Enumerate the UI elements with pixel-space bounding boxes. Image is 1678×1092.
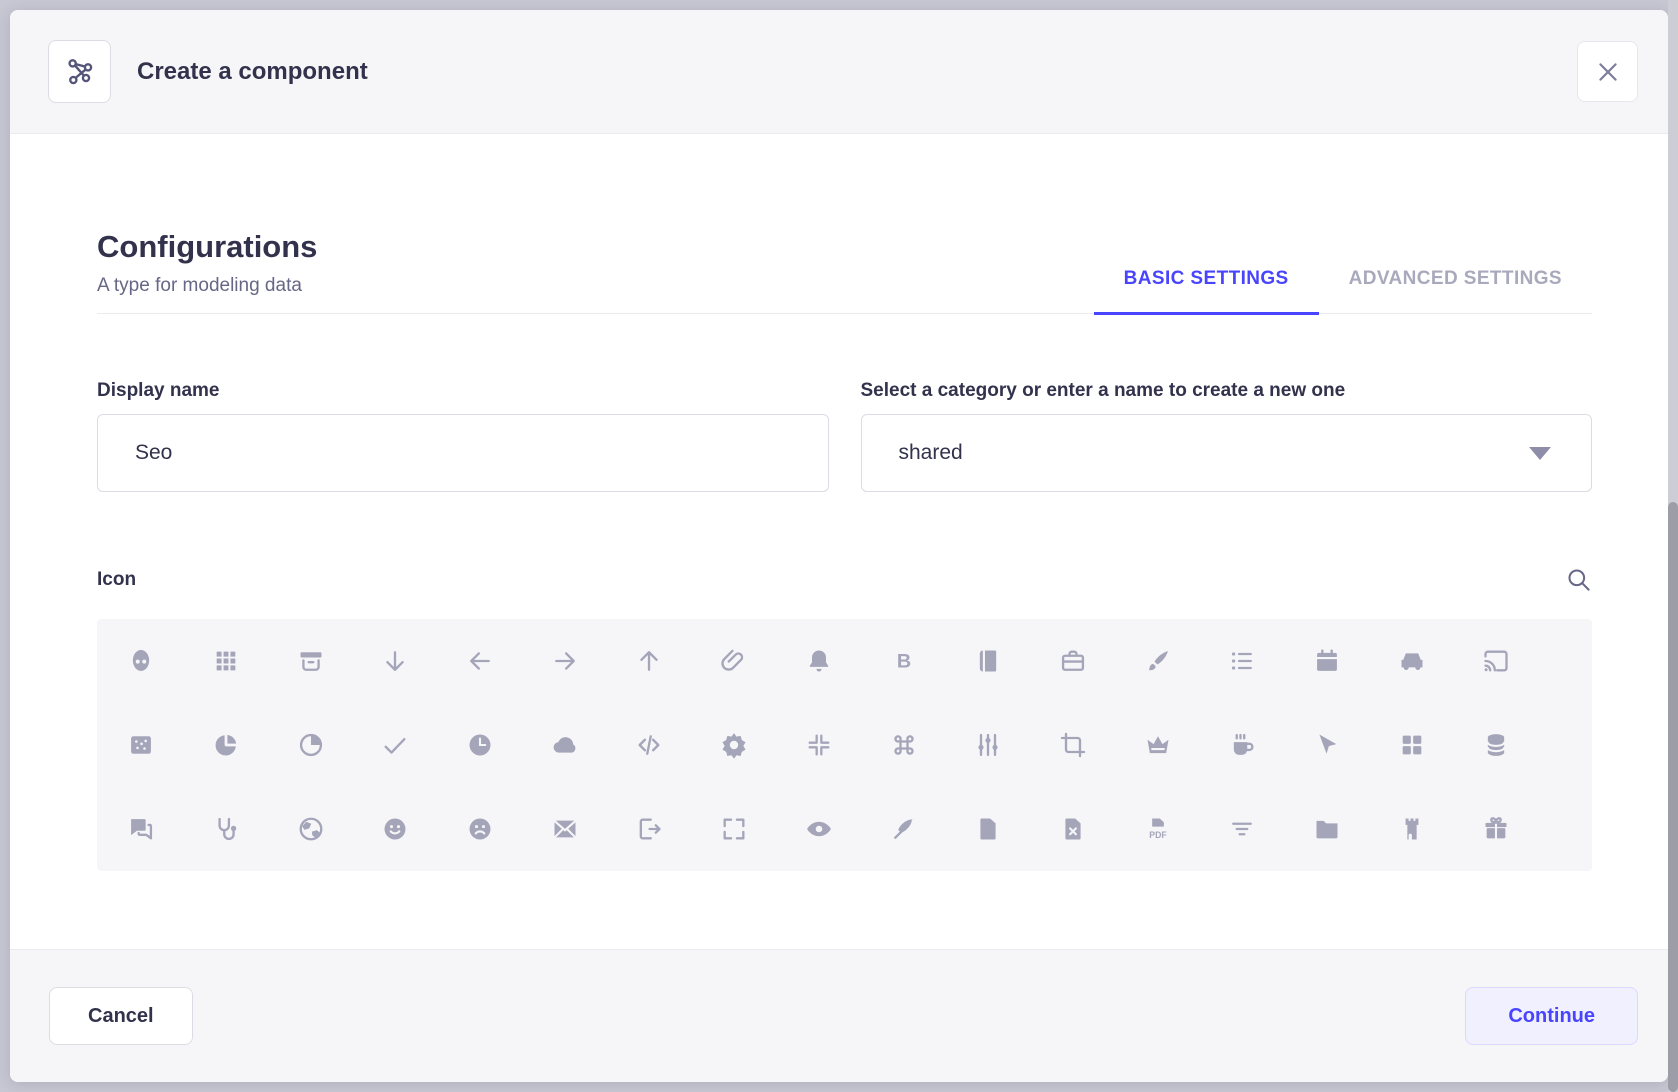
icon-grid: B PDF [97, 619, 1592, 871]
picker-icon-arrow-right-icon[interactable] [551, 647, 579, 675]
picker-icon-brush-icon[interactable] [1144, 647, 1172, 675]
category-select[interactable]: shared [861, 414, 1593, 492]
picker-icon-archive-icon[interactable] [297, 647, 325, 675]
modal-header-left: Create a component [48, 40, 368, 103]
svg-text:B: B [896, 650, 910, 672]
category-select-value: shared [899, 441, 963, 465]
picker-icon-emotion-happy-icon[interactable] [381, 815, 409, 843]
picker-icon-filter-icon[interactable] [1228, 815, 1256, 843]
close-button[interactable] [1577, 41, 1638, 102]
continue-button[interactable]: Continue [1465, 987, 1638, 1045]
picker-icon-arrow-up-icon[interactable] [635, 647, 663, 675]
picker-icon-car-icon[interactable] [1398, 647, 1426, 675]
picker-icon-cog-icon[interactable] [720, 731, 748, 759]
picker-icon-check-icon[interactable] [381, 731, 409, 759]
component-icon [48, 40, 111, 103]
picker-icon-cloud-icon[interactable] [551, 731, 579, 759]
tab-basic-settings[interactable]: BASIC SETTINGS [1094, 268, 1319, 315]
icon-label: Icon [97, 569, 136, 591]
picker-icon-arrow-down-icon[interactable] [381, 647, 409, 675]
picker-icon-cup-icon[interactable] [1228, 731, 1256, 759]
picker-icon-calendar-icon[interactable] [1313, 647, 1341, 675]
picker-icon-chart-pie-icon[interactable] [297, 731, 325, 759]
picker-icon-envelope-icon[interactable] [551, 815, 579, 843]
picker-icon-collapse-icon[interactable] [805, 731, 833, 759]
section-titles: Configurations A type for modeling data [97, 229, 317, 313]
picker-icon-code-icon[interactable] [635, 731, 663, 759]
category-label: Select a category or enter a name to cre… [861, 380, 1593, 402]
picker-icon-emotion-unhappy-icon[interactable] [466, 815, 494, 843]
picker-icon-chart-circle-icon[interactable] [212, 731, 240, 759]
picker-icon-connector-icon[interactable] [974, 731, 1002, 759]
picker-icon-cast-icon[interactable] [1482, 647, 1510, 675]
picker-icon-book-icon[interactable] [974, 647, 1002, 675]
picker-icon-eye-icon[interactable] [805, 815, 833, 843]
picker-icon-crown-icon[interactable] [1144, 731, 1172, 759]
picker-icon-chart-bubble-icon[interactable] [127, 731, 155, 759]
display-name-input[interactable] [97, 414, 829, 492]
picker-icon-gift-icon[interactable] [1482, 815, 1510, 843]
picker-icon-command-icon[interactable] [890, 731, 918, 759]
search-button[interactable] [1565, 566, 1592, 593]
modal-footer: Cancel Continue [10, 949, 1668, 1082]
scrollbar-thumb[interactable] [1668, 502, 1678, 1092]
create-component-modal: Create a component Configurations A type… [10, 10, 1668, 1082]
modal-header: Create a component [10, 10, 1668, 134]
picker-icon-clock-icon[interactable] [466, 731, 494, 759]
cancel-button[interactable]: Cancel [49, 987, 193, 1045]
picker-icon-folder-icon[interactable] [1313, 815, 1341, 843]
picker-icon-arrow-left-icon[interactable] [466, 647, 494, 675]
search-icon [1565, 566, 1592, 593]
display-name-label: Display name [97, 380, 829, 402]
picker-icon-exit-icon[interactable] [635, 815, 663, 843]
picker-icon-apps-icon[interactable] [212, 647, 240, 675]
svg-text:PDF: PDF [1149, 830, 1167, 840]
page-subtitle: A type for modeling data [97, 275, 317, 297]
picker-icon-gate-icon[interactable] [1398, 815, 1426, 843]
picker-icon-dashboard-icon[interactable] [1398, 731, 1426, 759]
picker-icon-cursor-icon[interactable] [1313, 731, 1341, 759]
picker-icon-doctor-icon[interactable] [212, 815, 240, 843]
tab-advanced-settings[interactable]: ADVANCED SETTINGS [1319, 268, 1592, 315]
picker-icon-bullet-list-icon[interactable] [1228, 647, 1256, 675]
picker-icon-briefcase-icon[interactable] [1059, 647, 1087, 675]
icon-picker-section: Icon B PDF [97, 566, 1592, 871]
icon-picker-head: Icon [97, 566, 1592, 593]
settings-tabs: BASIC SETTINGS ADVANCED SETTINGS [1094, 268, 1592, 315]
close-icon [1595, 59, 1621, 85]
form-row: Display name Select a category or enter … [97, 380, 1592, 492]
picker-icon-database-icon[interactable] [1482, 731, 1510, 759]
section-head: Configurations A type for modeling data … [97, 229, 1592, 314]
modal-title: Create a component [137, 58, 368, 86]
picker-icon-feather-icon[interactable] [890, 815, 918, 843]
scrollbar[interactable] [1668, 0, 1678, 1092]
picker-icon-file-pdf-icon[interactable]: PDF [1144, 815, 1172, 843]
page-title: Configurations [97, 229, 317, 265]
picker-icon-file-error-icon[interactable] [1059, 815, 1087, 843]
display-name-field: Display name [97, 380, 829, 492]
chevron-down-icon [1529, 447, 1551, 460]
picker-icon-crop-icon[interactable] [1059, 731, 1087, 759]
picker-icon-file-icon[interactable] [974, 815, 1002, 843]
picker-icon-bold-icon[interactable]: B [890, 647, 918, 675]
picker-icon-expand-icon[interactable] [720, 815, 748, 843]
picker-icon-earth-icon[interactable] [297, 815, 325, 843]
category-field: Select a category or enter a name to cre… [861, 380, 1593, 492]
picker-icon-alien-icon[interactable] [127, 647, 155, 675]
picker-icon-attachment-icon[interactable] [720, 647, 748, 675]
modal-body: Configurations A type for modeling data … [10, 134, 1668, 949]
picker-icon-discuss-icon[interactable] [127, 815, 155, 843]
picker-icon-bell-icon[interactable] [805, 647, 833, 675]
